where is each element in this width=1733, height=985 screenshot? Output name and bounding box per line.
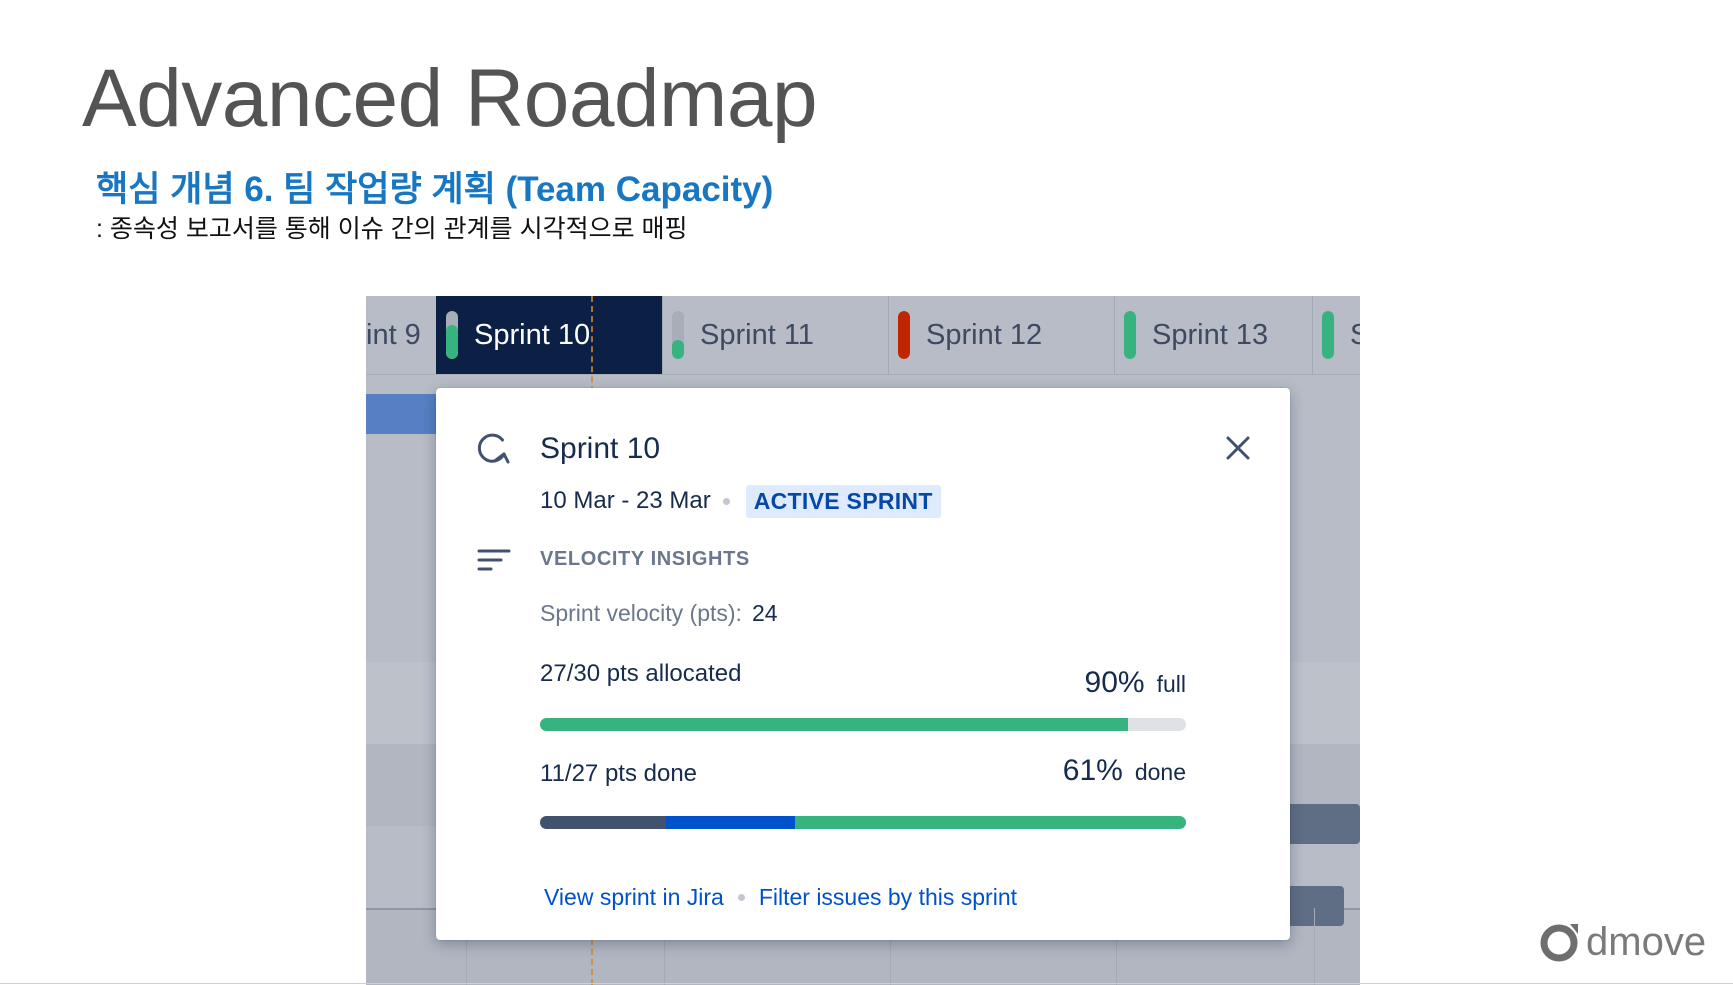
dmove-logo: dmove [1540, 920, 1706, 964]
sprint-tab-12[interactable]: Sprint 12 [888, 296, 1115, 374]
sprint-status-indicator [1322, 311, 1334, 359]
popup-title: Sprint 10 [540, 432, 661, 465]
logo-text: dmove [1586, 920, 1707, 964]
sprint-header: int 9 Sprint 10 Sprint 11 Sprint 12 Spri… [366, 296, 1360, 375]
allocated-progress-bar [540, 718, 1186, 731]
sprint-tab-9[interactable]: int 9 [366, 296, 437, 374]
sprint-status-indicator [898, 311, 910, 359]
slide: Advanced Roadmap 핵심 개념 6. 팀 작업량 계획 (Team… [0, 0, 1733, 985]
roadmap-screenshot: int 9 Sprint 10 Sprint 11 Sprint 12 Spri… [366, 296, 1360, 985]
slide-title: Advanced Roadmap [82, 53, 818, 144]
sprint-tab-label: int 9 [366, 318, 421, 351]
sprint-tab-14[interactable]: S [1312, 296, 1360, 374]
sprint-tab-13[interactable]: Sprint 13 [1114, 296, 1313, 374]
done-progress-segment [795, 816, 1186, 829]
sprint-status-fill [1124, 311, 1136, 359]
allocated-label: 27/30 pts allocated [540, 660, 742, 687]
sprint-tab-label: Sprint 10 [474, 318, 591, 351]
velocity-row: Sprint velocity (pts): 24 [540, 600, 778, 627]
sprint-dates: 10 Mar - 23 Mar [540, 487, 711, 514]
slide-description: : 종속성 보고서를 통해 이슈 간의 관계를 시각적으로 매핑 [96, 215, 688, 243]
sprint-tab-label: S [1350, 318, 1360, 351]
sprint-tab-11[interactable]: Sprint 11 [662, 296, 889, 374]
sprint-status-indicator [672, 311, 684, 359]
view-sprint-link[interactable]: View sprint in Jira [544, 884, 724, 911]
sprint-status-fill [1322, 311, 1334, 359]
status-badge: ACTIVE SPRINT [745, 484, 941, 518]
done-percent: 61% [1062, 754, 1123, 787]
separator-dot [722, 497, 730, 505]
sprint-tab-label: Sprint 13 [1152, 318, 1269, 351]
close-icon[interactable] [1220, 430, 1256, 466]
section-label: VELOCITY INSIGHTS [540, 548, 750, 570]
sprint-tab-label: Sprint 12 [926, 318, 1043, 351]
sprint-details-popup: Sprint 10 10 Mar - 23 Mar ACTIVE SPRINT … [436, 388, 1290, 940]
separator-dot [737, 894, 745, 901]
allocated-suffix: full [1156, 671, 1186, 697]
dmove-logo-icon [1540, 924, 1578, 962]
divider [0, 983, 1733, 984]
slide-subtitle: 핵심 개념 6. 팀 작업량 계획 (Team Capacity) [96, 170, 774, 209]
done-suffix: done [1134, 759, 1186, 785]
done-progress-segment [665, 816, 796, 829]
done-percent-group: 61% done [1063, 754, 1186, 788]
sprint-status-fill [898, 311, 910, 359]
done-progress-bar [540, 816, 1186, 829]
grid-line [1314, 908, 1315, 985]
sprint-status-indicator [1124, 311, 1136, 359]
sprint-tab-10[interactable]: Sprint 10 [436, 296, 663, 374]
sprint-status-fill [672, 339, 684, 359]
filter-issues-link[interactable]: Filter issues by this sprint [759, 884, 1017, 911]
timeline-bar[interactable] [366, 394, 446, 434]
allocated-percent: 90% [1084, 666, 1145, 699]
sprint-status-indicator [446, 311, 458, 359]
done-label: 11/27 pts done [540, 760, 698, 787]
sprint-cycle-icon [477, 433, 510, 464]
popup-links: View sprint in Jira Filter issues by thi… [544, 884, 1017, 911]
insights-icon [477, 549, 511, 571]
allocated-progress-fill [540, 718, 1128, 731]
velocity-label: Sprint velocity (pts): [540, 600, 742, 626]
velocity-value: 24 [751, 600, 778, 626]
sprint-tab-label: Sprint 11 [700, 318, 814, 351]
sprint-status-fill [446, 325, 458, 359]
sprint-date-row: 10 Mar - 23 Mar ACTIVE SPRINT [540, 484, 941, 518]
allocated-percent-group: 90% full [1085, 666, 1186, 700]
done-progress-segment [540, 816, 666, 829]
